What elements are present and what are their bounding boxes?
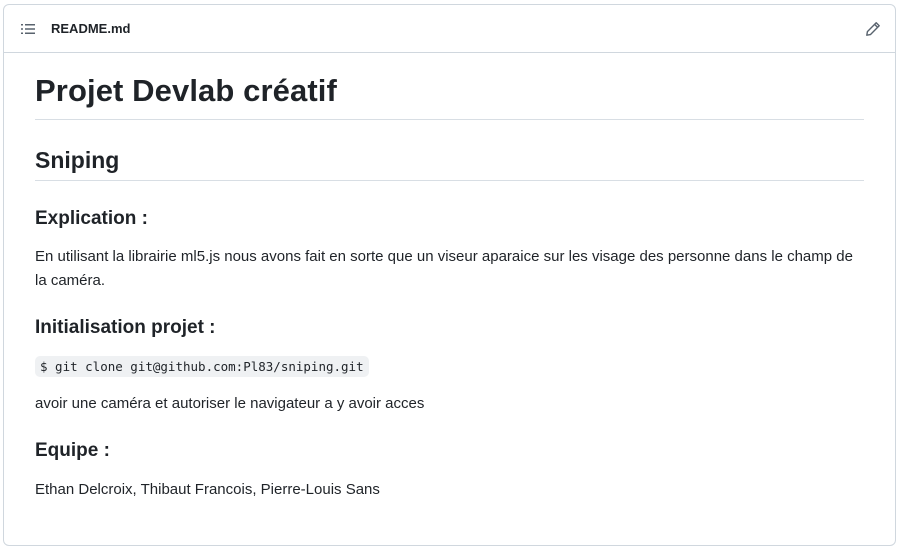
git-clone-command[interactable]: $ git clone git@github.com:Pl83/sniping.… bbox=[35, 356, 369, 377]
outline-button[interactable] bbox=[18, 19, 38, 39]
section-heading-explication: Explication : bbox=[35, 207, 148, 229]
readme-box: README.md Projet Devlab créatif Sniping … bbox=[3, 4, 896, 546]
code-block: $ git clone git@github.com:Pl83/sniping.… bbox=[35, 356, 864, 377]
list-unordered-icon bbox=[21, 23, 35, 34]
team-members-text: Ethan Delcroix, Thibaut Francois, Pierre… bbox=[35, 480, 380, 498]
edit-file-button[interactable] bbox=[863, 19, 883, 39]
file-name[interactable]: README.md bbox=[51, 21, 130, 36]
explication-text: En utilisant la librairie ml5.js nous av… bbox=[35, 248, 853, 290]
readme-subtitle: Sniping bbox=[35, 146, 864, 181]
readme-content: Projet Devlab créatif Sniping Explicatio… bbox=[4, 53, 895, 502]
readme-title: Projet Devlab créatif bbox=[35, 53, 864, 120]
section-heading-initialisation: Initialisation projet : bbox=[35, 317, 216, 339]
section-heading-equipe: Equipe : bbox=[35, 440, 110, 461]
readme-header: README.md bbox=[4, 5, 895, 53]
pencil-icon bbox=[866, 22, 880, 36]
initialisation-text: avoir une caméra et autoriser le navigat… bbox=[35, 395, 425, 412]
